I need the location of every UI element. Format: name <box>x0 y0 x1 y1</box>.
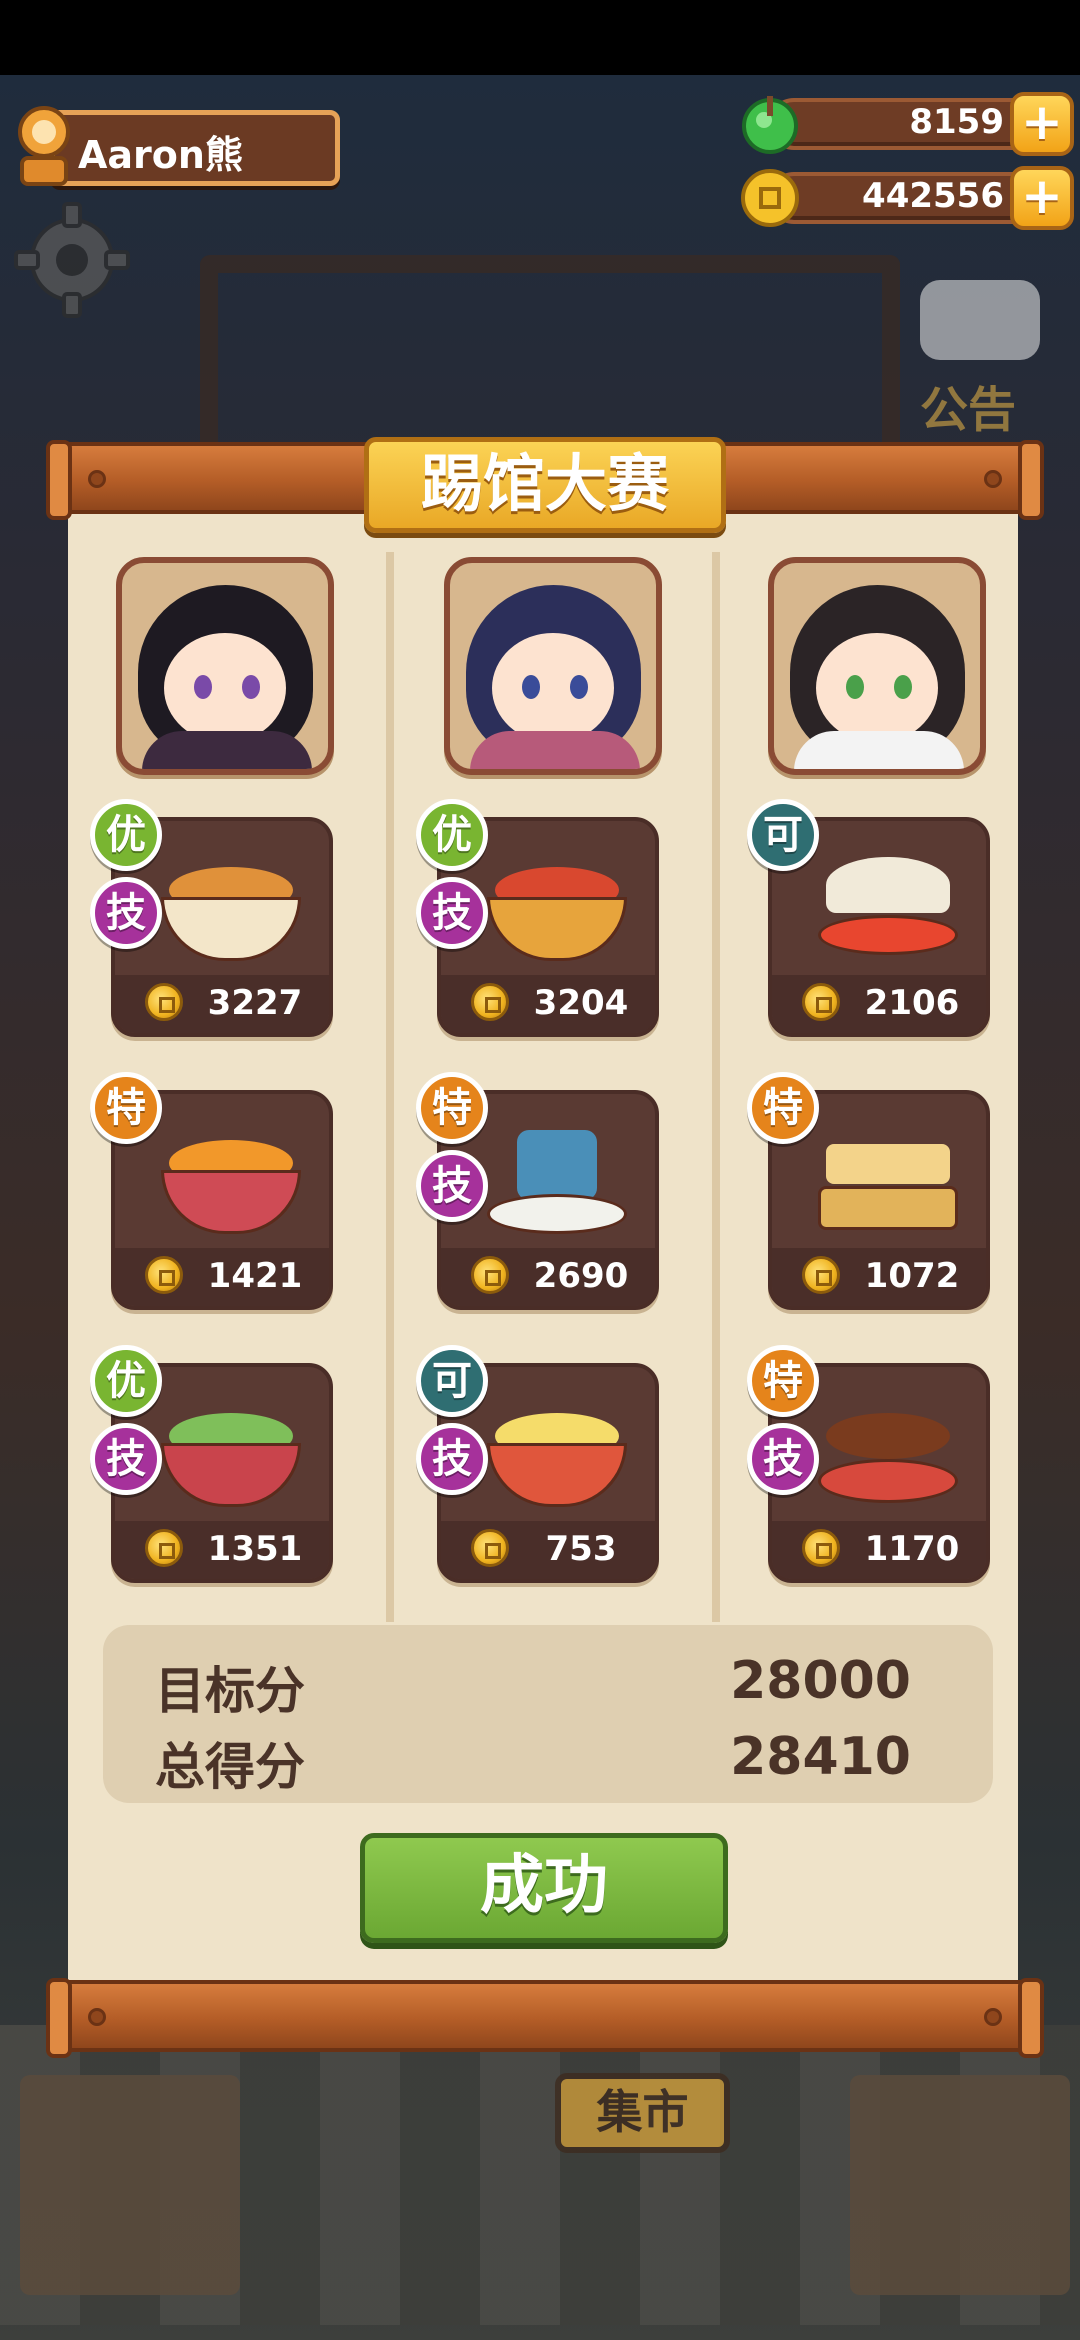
coin-icon <box>145 1529 183 1567</box>
gem-value: 8159 <box>909 102 1004 142</box>
chef-portrait-girl[interactable] <box>768 557 986 775</box>
dish-price: 1170 <box>864 1529 960 1569</box>
coin-icon <box>802 1256 840 1294</box>
dish-price: 1421 <box>207 1256 303 1296</box>
gem-counter: 8159 + <box>738 92 1074 156</box>
skill-badge: 技 <box>90 877 162 949</box>
background-stall <box>20 2075 240 2295</box>
coin-counter: 442556 + <box>738 166 1074 230</box>
chef-portrait-elf[interactable] <box>116 557 334 775</box>
skill-badge: 技 <box>416 1423 488 1495</box>
egg-shrimp-icon <box>487 1403 627 1507</box>
coin-value: 442556 <box>862 176 1004 216</box>
grade-badge: 优 <box>90 799 162 871</box>
player-profile[interactable]: Aaron熊 <box>8 102 340 186</box>
seashell-dish-icon <box>818 857 958 961</box>
add-gems-button[interactable]: + <box>1010 92 1074 156</box>
coin-icon <box>802 983 840 1021</box>
coin-icon <box>802 1529 840 1567</box>
grilled-meat-icon <box>818 1403 958 1507</box>
coin-icon <box>471 1256 509 1294</box>
coin-icon <box>471 983 509 1021</box>
settings-gear-icon[interactable] <box>12 200 132 320</box>
grade-badge: 特 <box>416 1072 488 1144</box>
grade-badge: 特 <box>747 1345 819 1417</box>
scroll-rod-bottom <box>46 1978 1044 2058</box>
success-button[interactable]: 成功 <box>360 1833 728 1943</box>
notice-label: 公告 <box>920 382 1017 438</box>
grade-badge: 可 <box>416 1345 488 1417</box>
dish-price: 753 <box>545 1529 617 1569</box>
coin-icon <box>471 1529 509 1567</box>
coin-icon <box>145 983 183 1021</box>
grade-badge: 特 <box>747 1072 819 1144</box>
target-score-value: 28000 <box>730 1651 911 1711</box>
dish-price: 2106 <box>864 983 960 1023</box>
rice-bowl-icon <box>161 1130 301 1234</box>
gold-coin-icon <box>741 169 799 227</box>
grade-badge: 优 <box>416 799 488 871</box>
chef-rank-icon <box>18 106 70 186</box>
total-score-label: 总得分 <box>155 1738 305 1796</box>
dish-price: 1072 <box>864 1256 960 1296</box>
bento-box-icon <box>818 1130 958 1234</box>
green-gem-icon <box>742 96 798 154</box>
birthday-cake-icon <box>487 1130 627 1234</box>
noodle-soup-icon <box>161 857 301 961</box>
chef-portrait-princess[interactable] <box>444 557 662 775</box>
background-stall <box>850 2075 1070 2295</box>
target-score-label: 目标分 <box>155 1662 305 1720</box>
grade-badge: 特 <box>90 1072 162 1144</box>
score-summary: 目标分 28000 总得分 28410 <box>103 1625 993 1803</box>
dish-price: 3227 <box>207 983 303 1023</box>
dish-price: 3204 <box>533 983 629 1023</box>
column-divider <box>712 552 720 1622</box>
contest-title: 踢馆大赛 <box>364 437 726 533</box>
grade-badge: 优 <box>90 1345 162 1417</box>
seafood-salad-icon <box>161 1403 301 1507</box>
total-score-value: 28410 <box>730 1727 911 1787</box>
player-name: Aaron熊 <box>78 133 243 177</box>
skill-badge: 技 <box>747 1423 819 1495</box>
market-sign[interactable]: 集市 <box>555 2073 730 2153</box>
skill-badge: 技 <box>416 1150 488 1222</box>
column-divider <box>386 552 394 1622</box>
dish-price: 2690 <box>533 1256 629 1296</box>
grade-badge: 可 <box>747 799 819 871</box>
status-bar <box>0 0 1080 75</box>
dish-price: 1351 <box>207 1529 303 1569</box>
add-coins-button[interactable]: + <box>1010 166 1074 230</box>
skill-badge: 技 <box>90 1423 162 1495</box>
lobster-dish-icon <box>487 857 627 961</box>
skill-badge: 技 <box>416 877 488 949</box>
coin-icon <box>145 1256 183 1294</box>
